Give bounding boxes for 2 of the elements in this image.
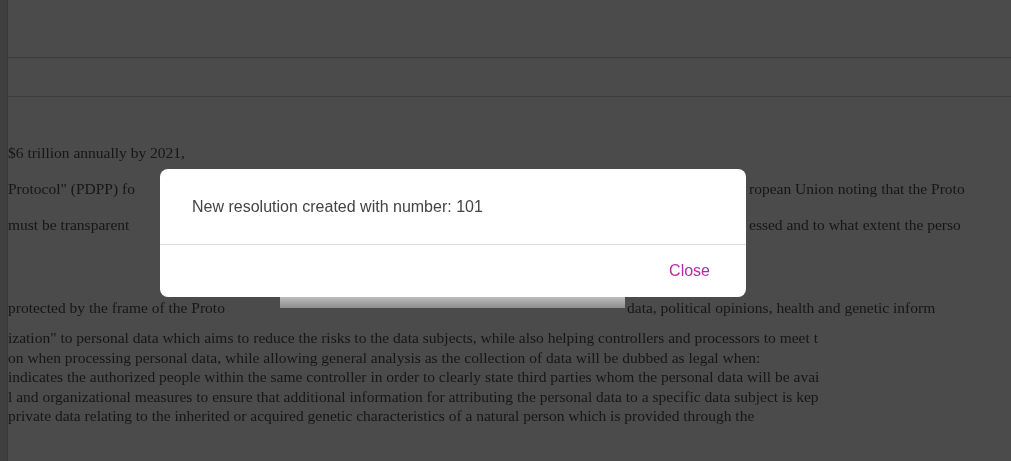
close-button[interactable]: Close xyxy=(661,258,718,284)
dialog-message: New resolution created with number: 101 xyxy=(160,169,746,245)
